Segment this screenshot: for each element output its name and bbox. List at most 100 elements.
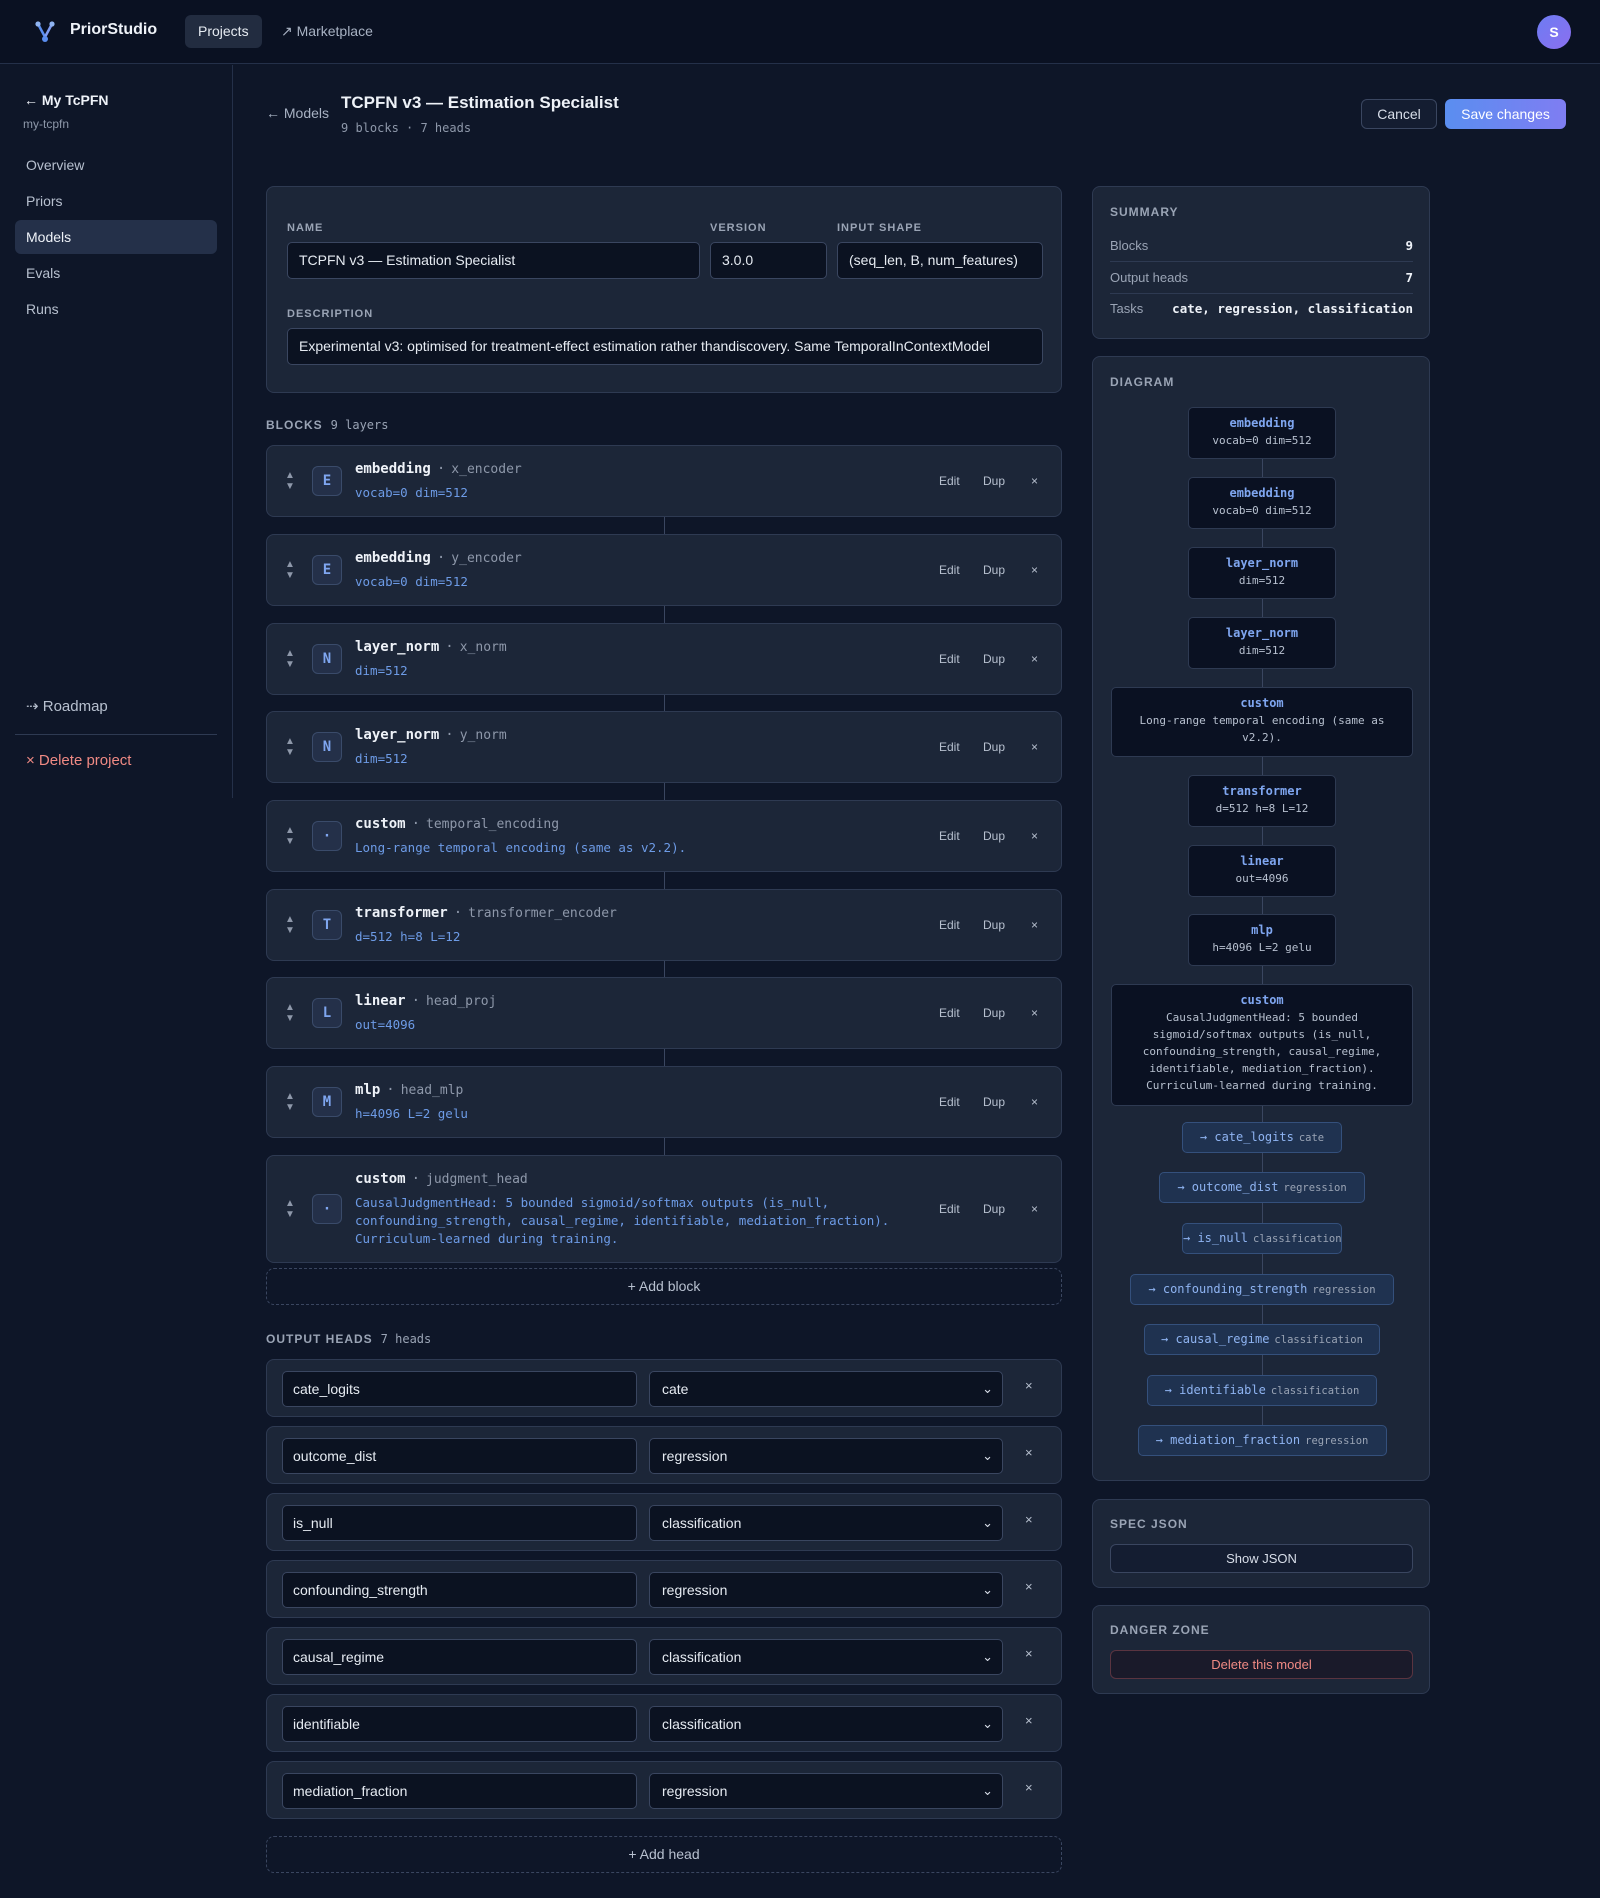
move-down-icon[interactable]: ▼ (285, 1013, 295, 1024)
add-block-button[interactable]: + Add block (266, 1268, 1062, 1305)
cancel-button[interactable]: Cancel (1361, 99, 1437, 129)
block-remove-button[interactable]: × (1031, 918, 1038, 932)
block-edit-button[interactable]: Edit (939, 1095, 960, 1109)
block-remove-button[interactable]: × (1031, 740, 1038, 754)
head-task-select[interactable]: cate ⌄ (649, 1371, 1003, 1407)
head-task-select[interactable]: regression ⌄ (649, 1438, 1003, 1474)
move-up-icon[interactable]: ▲ (285, 648, 295, 659)
block-duplicate-button[interactable]: Dup (983, 1095, 1005, 1109)
head-name-input[interactable]: cate_logits (282, 1371, 637, 1407)
back-to-project-link[interactable]: ← My TcPFN (24, 92, 109, 108)
reorder-handle[interactable]: ▲ ▼ (285, 825, 295, 847)
block-edit-button[interactable]: Edit (939, 1202, 960, 1216)
move-down-icon[interactable]: ▼ (285, 659, 295, 670)
move-up-icon[interactable]: ▲ (285, 470, 295, 481)
block-edit-button[interactable]: Edit (939, 829, 960, 843)
sidebar-item-overview[interactable]: Overview (15, 148, 217, 182)
move-down-icon[interactable]: ▼ (285, 570, 295, 581)
block-duplicate-button[interactable]: Dup (983, 474, 1005, 488)
show-json-button[interactable]: Show JSON (1110, 1544, 1413, 1573)
version-input[interactable]: 3.0.0 (710, 242, 827, 279)
move-up-icon[interactable]: ▲ (285, 914, 295, 925)
head-remove-button[interactable]: × (1025, 1512, 1033, 1527)
roadmap-link[interactable]: ⇢ Roadmap (26, 697, 108, 715)
branch-logo-icon[interactable] (32, 19, 58, 45)
head-name-input[interactable]: identifiable (282, 1706, 637, 1742)
head-remove-button[interactable]: × (1025, 1445, 1033, 1460)
block-duplicate-button[interactable]: Dup (983, 829, 1005, 843)
block-edit-button[interactable]: Edit (939, 652, 960, 666)
move-up-icon[interactable]: ▲ (285, 1091, 295, 1102)
head-task-select[interactable]: classification ⌄ (649, 1639, 1003, 1675)
block-edit-button[interactable]: Edit (939, 1006, 960, 1020)
add-head-button[interactable]: + Add head (266, 1836, 1062, 1873)
move-up-icon[interactable]: ▲ (285, 736, 295, 747)
move-down-icon[interactable]: ▼ (285, 925, 295, 936)
reorder-handle[interactable]: ▲ ▼ (285, 470, 295, 492)
block-remove-button[interactable]: × (1031, 1095, 1038, 1109)
move-down-icon[interactable]: ▼ (285, 747, 295, 758)
reorder-handle[interactable]: ▲ ▼ (285, 1002, 295, 1024)
head-remove-button[interactable]: × (1025, 1646, 1033, 1661)
back-to-models-link[interactable]: ← Models (266, 105, 329, 121)
block-kind: transformer (355, 905, 448, 921)
head-name-input[interactable]: confounding_strength (282, 1572, 637, 1608)
head-name-input[interactable]: is_null (282, 1505, 637, 1541)
reorder-handle[interactable]: ▲ ▼ (285, 914, 295, 936)
avatar[interactable]: S (1537, 15, 1571, 49)
block-edit-button[interactable]: Edit (939, 918, 960, 932)
brand-name[interactable]: PriorStudio (70, 21, 157, 39)
head-remove-button[interactable]: × (1025, 1378, 1033, 1393)
delete-project-link[interactable]: × Delete project (26, 752, 131, 769)
head-task-select[interactable]: regression ⌄ (649, 1773, 1003, 1809)
nav-projects[interactable]: Projects (185, 15, 262, 48)
block-duplicate-button[interactable]: Dup (983, 918, 1005, 932)
head-name-input[interactable]: mediation_fraction (282, 1773, 637, 1809)
reorder-handle[interactable]: ▲ ▼ (285, 1198, 295, 1220)
block-edit-button[interactable]: Edit (939, 474, 960, 488)
move-up-icon[interactable]: ▲ (285, 825, 295, 836)
block-duplicate-button[interactable]: Dup (983, 1202, 1005, 1216)
sidebar-item-priors[interactable]: Priors (15, 184, 217, 218)
block-remove-button[interactable]: × (1031, 1202, 1038, 1216)
block-edit-button[interactable]: Edit (939, 740, 960, 754)
move-down-icon[interactable]: ▼ (285, 1209, 295, 1220)
sidebar-item-evals[interactable]: Evals (15, 256, 217, 290)
move-up-icon[interactable]: ▲ (285, 559, 295, 570)
block-duplicate-button[interactable]: Dup (983, 563, 1005, 577)
name-input[interactable]: TCPFN v3 — Estimation Specialist (287, 242, 700, 279)
move-up-icon[interactable]: ▲ (285, 1002, 295, 1013)
block-duplicate-button[interactable]: Dup (983, 740, 1005, 754)
reorder-handle[interactable]: ▲ ▼ (285, 559, 295, 581)
block-duplicate-button[interactable]: Dup (983, 1006, 1005, 1020)
head-task-select[interactable]: regression ⌄ (649, 1572, 1003, 1608)
reorder-handle[interactable]: ▲ ▼ (285, 1091, 295, 1113)
move-down-icon[interactable]: ▼ (285, 1102, 295, 1113)
input-shape-input[interactable]: (seq_len, B, num_features) (837, 242, 1043, 279)
save-changes-button[interactable]: Save changes (1445, 99, 1566, 129)
move-down-icon[interactable]: ▼ (285, 836, 295, 847)
head-name-input[interactable]: causal_regime (282, 1639, 637, 1675)
sidebar-item-models[interactable]: Models (15, 220, 217, 254)
delete-model-button[interactable]: Delete this model (1110, 1650, 1413, 1679)
move-up-icon[interactable]: ▲ (285, 1198, 295, 1209)
reorder-handle[interactable]: ▲ ▼ (285, 736, 295, 758)
sidebar-item-runs[interactable]: Runs (15, 292, 217, 326)
head-task-select[interactable]: classification ⌄ (649, 1505, 1003, 1541)
block-remove-button[interactable]: × (1031, 829, 1038, 843)
block-remove-button[interactable]: × (1031, 563, 1038, 577)
nav-marketplace[interactable]: ↗ Marketplace (281, 15, 373, 48)
head-task-select[interactable]: classification ⌄ (649, 1706, 1003, 1742)
head-remove-button[interactable]: × (1025, 1579, 1033, 1594)
block-duplicate-button[interactable]: Dup (983, 652, 1005, 666)
block-remove-button[interactable]: × (1031, 1006, 1038, 1020)
head-remove-button[interactable]: × (1025, 1713, 1033, 1728)
move-down-icon[interactable]: ▼ (285, 481, 295, 492)
block-edit-button[interactable]: Edit (939, 563, 960, 577)
head-remove-button[interactable]: × (1025, 1780, 1033, 1795)
block-remove-button[interactable]: × (1031, 652, 1038, 666)
head-name-input[interactable]: outcome_dist (282, 1438, 637, 1474)
description-input[interactable]: Experimental v3: optimised for treatment… (287, 328, 1043, 365)
reorder-handle[interactable]: ▲ ▼ (285, 648, 295, 670)
block-remove-button[interactable]: × (1031, 474, 1038, 488)
